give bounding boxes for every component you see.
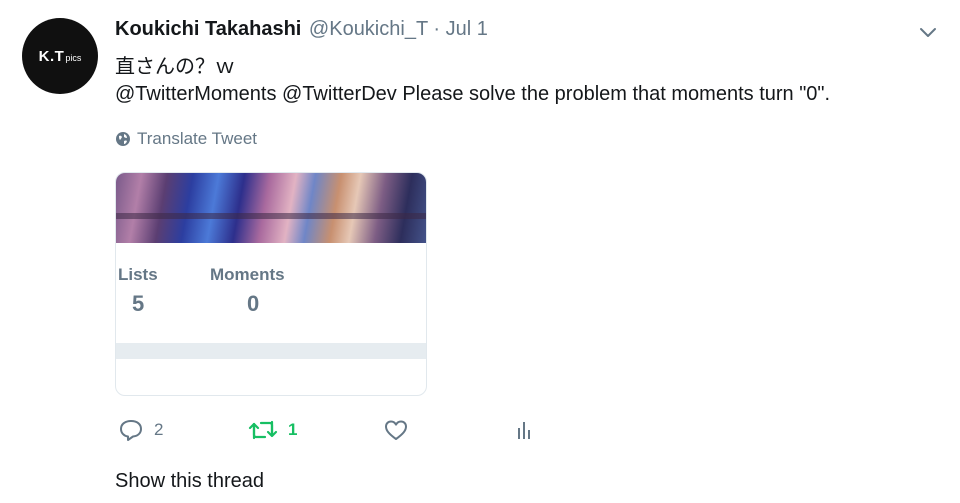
reply-count: 2 [154,420,164,439]
retweet-count: 1 [288,420,298,439]
mention-link[interactable]: @TwitterMoments [115,83,276,105]
tweet-text-line1: 直さんの？ｗ [115,56,235,78]
author-handle[interactable]: @Koukichi_T [309,18,428,40]
translate-tweet-link[interactable]: Translate Tweet [115,129,257,149]
mention-link[interactable]: @TwitterDev [282,83,397,105]
tweet-actions: 2 1 [115,418,615,448]
author-name[interactable]: Koukichi Takahashi [115,18,301,40]
globe-icon [116,132,130,146]
lists-count: 5 [132,291,145,316]
tweet-timestamp[interactable]: Jul 1 [446,18,488,40]
retweet-button[interactable]: 1 [248,418,297,442]
tweet: K.T pics Koukichi Takahashi @Koukichi_T ·… [0,0,960,503]
avatar-subtext: pics [65,52,82,63]
moments-count: 0 [247,291,260,316]
reply-button[interactable]: 2 [118,418,163,442]
translate-label: Translate Tweet [137,129,258,148]
card-divider-bar [116,343,426,359]
banner-stripe [116,213,426,219]
card-banner-image [116,173,426,243]
profile-stats: Lists 5 Moments 0 [116,265,426,325]
heart-icon [385,420,407,440]
media-card[interactable]: Lists 5 Moments 0 [115,172,427,396]
moments-label: Moments [210,265,285,284]
avatar[interactable]: K.T pics [22,18,98,94]
chevron-down-icon[interactable] [918,26,938,40]
tweet-header: Koukichi Takahashi @Koukichi_T · Jul 1 [115,18,488,44]
show-thread-link[interactable]: Show this thread [115,470,264,493]
avatar-text: K.T [38,47,65,65]
analytics-button[interactable] [513,418,537,442]
tweet-text-line2: @TwitterMoments @TwitterDev Please solve… [115,83,830,106]
reply-icon [120,420,142,441]
tweet-body: Please solve the problem that moments tu… [402,83,831,105]
like-button[interactable] [383,418,409,442]
retweet-icon [248,420,278,440]
analytics-icon [518,422,530,439]
lists-label: Lists [118,265,158,284]
separator-dot: · [433,18,441,40]
